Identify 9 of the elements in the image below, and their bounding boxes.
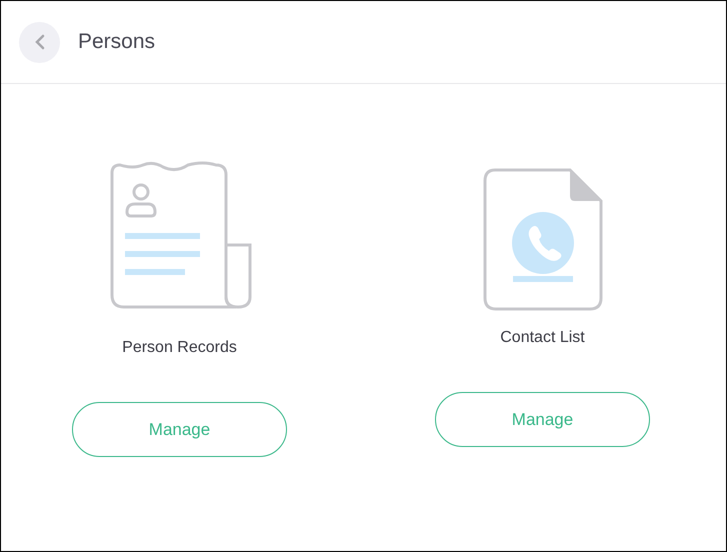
card-title: Person Records — [122, 338, 237, 358]
contact-document-icon — [482, 168, 602, 311]
back-button[interactable] — [19, 22, 60, 62]
page-title: Persons — [78, 29, 156, 56]
person-record-icon — [108, 161, 252, 311]
manage-button[interactable]: Manage — [435, 392, 650, 447]
back-icon — [34, 34, 44, 50]
card-title: Contact List — [500, 328, 585, 348]
manage-button[interactable]: Manage — [72, 402, 287, 457]
